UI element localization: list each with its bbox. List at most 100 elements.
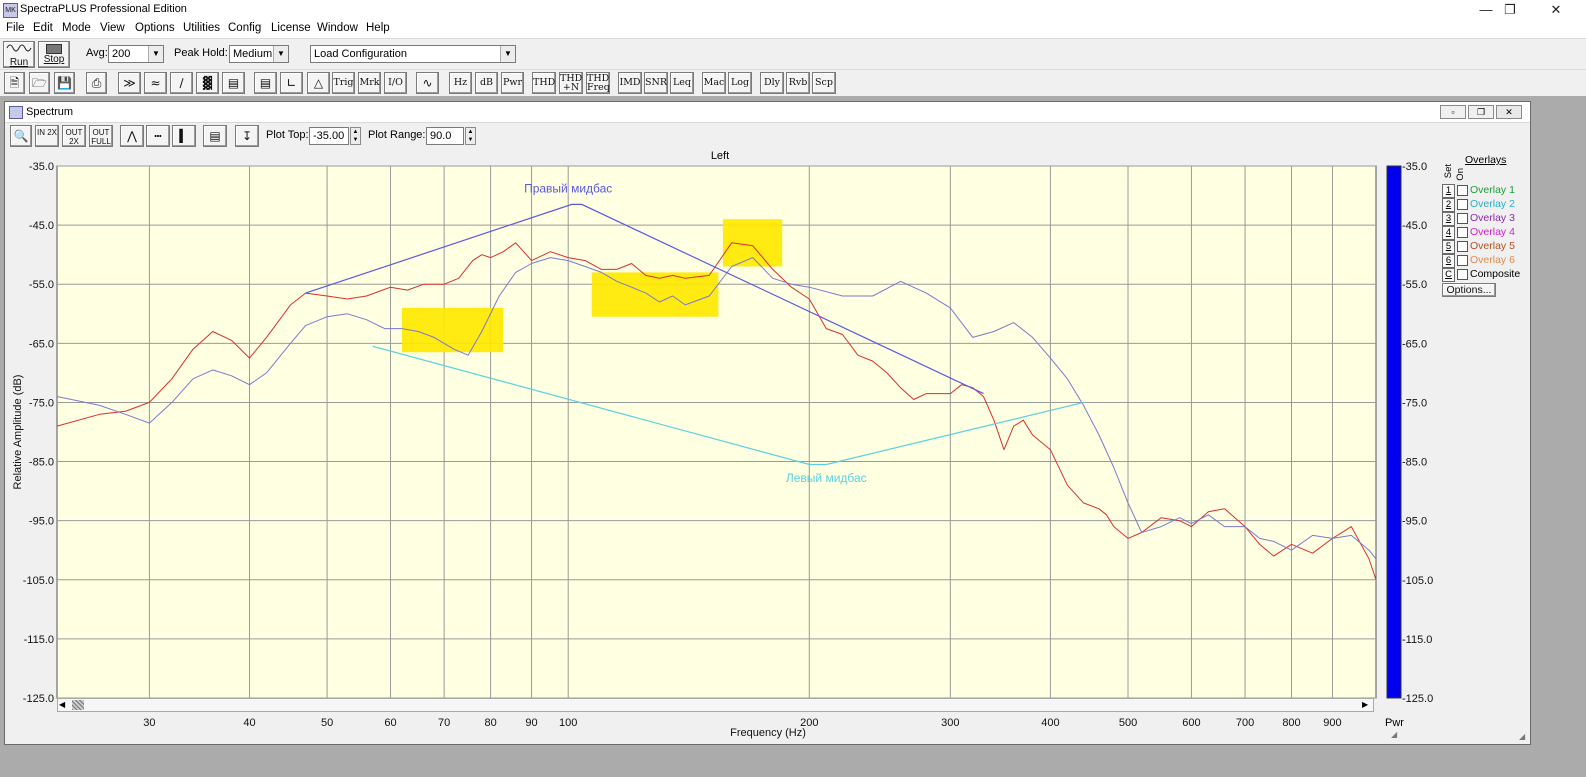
x-axis-label: Frequency (Hz) bbox=[730, 727, 806, 739]
highlight-mark bbox=[401, 307, 504, 353]
overlay-options-button[interactable]: Options... bbox=[1442, 283, 1496, 297]
menu-license[interactable]: License bbox=[271, 22, 311, 34]
x-tick-label: 700 bbox=[1236, 717, 1254, 729]
overlay-label: Composite bbox=[1470, 268, 1521, 280]
overlay-checkbox[interactable] bbox=[1457, 199, 1468, 210]
menu-mode[interactable]: Mode bbox=[62, 22, 91, 34]
chevron-down-icon: ▼ bbox=[500, 46, 515, 62]
thd-freq-button[interactable]: THD Freq bbox=[586, 72, 610, 94]
horizontal-scrollbar[interactable]: ◀ ▶ bbox=[57, 698, 1374, 712]
3d-surface-icon[interactable]: ▤ bbox=[222, 72, 245, 94]
scroll-left-icon[interactable]: ◀ bbox=[59, 700, 65, 709]
peak-hold-select[interactable]: Medium ▼ bbox=[229, 45, 289, 63]
overlay-checkbox[interactable] bbox=[1457, 185, 1468, 196]
spectrogram-icon[interactable]: ▓ bbox=[196, 72, 219, 94]
trig-button[interactable]: Trig bbox=[332, 72, 355, 94]
x-tick-label: 600 bbox=[1182, 717, 1200, 729]
meter-tick-label: -35.0 bbox=[1402, 161, 1427, 173]
menu-config[interactable]: Config bbox=[228, 22, 261, 34]
thd-n-button[interactable]: THD +N bbox=[559, 72, 583, 94]
overlay-set-button[interactable]: 3 bbox=[1442, 212, 1455, 226]
dly-button[interactable]: Dly bbox=[760, 72, 784, 94]
new-file-icon[interactable]: 🗎 bbox=[4, 72, 25, 94]
overlay-set-button[interactable]: C bbox=[1442, 268, 1455, 282]
chevron-down-icon: ▼ bbox=[273, 46, 288, 62]
overlay-row-3: 3 Overlay 3 bbox=[1442, 212, 1530, 226]
avg-select[interactable]: 200 ▼ bbox=[108, 45, 164, 63]
resize-grip-icon[interactable]: ◢ bbox=[1391, 730, 1397, 739]
menu-help[interactable]: Help bbox=[366, 22, 390, 34]
open-folder-icon[interactable]: 🗁 bbox=[29, 72, 50, 94]
overlay-label: Overlay 4 bbox=[1470, 226, 1515, 238]
menu-window[interactable]: Window bbox=[317, 22, 358, 34]
overlay-set-button[interactable]: 6 bbox=[1442, 254, 1455, 268]
overlay-row-5: 5 Overlay 5 bbox=[1442, 240, 1530, 254]
stop-button[interactable]: Stop bbox=[38, 41, 70, 68]
log-button[interactable]: Log bbox=[728, 72, 752, 94]
run-button[interactable]: Run bbox=[3, 41, 35, 68]
overlay-set-button[interactable]: 1 bbox=[1442, 184, 1455, 198]
snr-button[interactable]: SNR bbox=[644, 72, 668, 94]
y-tick-label: -125.0 bbox=[23, 693, 54, 705]
overlay-checkbox[interactable] bbox=[1457, 213, 1468, 224]
report-icon[interactable]: ▤ bbox=[254, 72, 277, 94]
overlay-label: Overlay 6 bbox=[1470, 254, 1515, 266]
menu-file[interactable]: File bbox=[6, 22, 25, 34]
save-icon[interactable]: 💾 bbox=[54, 72, 75, 94]
imd-button[interactable]: IMD bbox=[618, 72, 642, 94]
transducer-icon[interactable]: △ bbox=[307, 72, 330, 94]
x-tick-label: 400 bbox=[1041, 717, 1059, 729]
overlay-checkbox[interactable] bbox=[1457, 255, 1468, 266]
overlay-set-button[interactable]: 2 bbox=[1442, 198, 1455, 212]
waveform-icon[interactable]: ≫ bbox=[118, 72, 141, 94]
configuration-select[interactable]: Load Configuration ▼ bbox=[310, 45, 516, 63]
rvb-button[interactable]: Rvb bbox=[786, 72, 810, 94]
set-column-label: Set bbox=[1443, 164, 1454, 179]
overlay-checkbox[interactable] bbox=[1457, 227, 1468, 238]
mrk-button[interactable]: Mrk bbox=[358, 72, 381, 94]
x-tick-label: 100 bbox=[559, 717, 577, 729]
overlay-checkbox[interactable] bbox=[1457, 269, 1468, 280]
meter-tick-label: -115.0 bbox=[1402, 634, 1432, 646]
power-meter-bar bbox=[1386, 165, 1402, 699]
pwr-button[interactable]: Pwr bbox=[501, 72, 524, 94]
io-button[interactable]: I/O bbox=[384, 72, 407, 94]
overlay-row-2: 2 Overlay 2 bbox=[1442, 198, 1530, 212]
meter-tick-label: -105.0 bbox=[1402, 575, 1433, 587]
print-icon[interactable]: ⎙ bbox=[86, 72, 107, 94]
close-icon[interactable]: ✕ bbox=[1536, 2, 1576, 18]
menu-edit[interactable]: Edit bbox=[33, 22, 53, 34]
mac-button[interactable]: Mac bbox=[702, 72, 726, 94]
resize-grip-icon[interactable]: ◢ bbox=[1519, 732, 1525, 741]
overlay-set-button[interactable]: 4 bbox=[1442, 226, 1455, 240]
axis-icon[interactable]: ∟ bbox=[280, 72, 303, 94]
hz-button[interactable]: Hz bbox=[449, 72, 472, 94]
x-tick-label: 900 bbox=[1323, 717, 1341, 729]
leq-button[interactable]: Leq bbox=[670, 72, 694, 94]
meter-tick-label: -75.0 bbox=[1402, 397, 1427, 409]
thd-button[interactable]: THD bbox=[532, 72, 556, 94]
y-tick-label: -65.0 bbox=[29, 338, 54, 350]
db-button[interactable]: dB bbox=[475, 72, 498, 94]
y-tick-label: -115.0 bbox=[24, 634, 54, 646]
scroll-thumb[interactable] bbox=[72, 700, 84, 710]
scp-button[interactable]: Scp bbox=[812, 72, 836, 94]
scroll-right-icon[interactable]: ▶ bbox=[1362, 700, 1368, 709]
x-tick-label: 50 bbox=[321, 717, 333, 729]
menu-options[interactable]: Options bbox=[135, 22, 175, 34]
restore-icon[interactable]: ❐ bbox=[1490, 2, 1530, 18]
phase-icon[interactable]: ∕ bbox=[170, 72, 193, 94]
x-tick-label: 90 bbox=[525, 717, 537, 729]
right-midbass-annotation-label: Правый мидбас bbox=[524, 182, 612, 196]
avg-value: 200 bbox=[112, 48, 131, 60]
y-axis-label: Relative Amplitude (dB) bbox=[12, 375, 24, 490]
menu-view[interactable]: View bbox=[100, 22, 125, 34]
generator-icon[interactable]: ∿ bbox=[416, 72, 439, 94]
sine-wave-icon bbox=[6, 44, 32, 52]
spectrum-icon[interactable]: ≈ bbox=[144, 72, 167, 94]
overlay-checkbox[interactable] bbox=[1457, 241, 1468, 252]
configuration-value: Load Configuration bbox=[314, 48, 407, 60]
menu-utilities[interactable]: Utilities bbox=[183, 22, 220, 34]
overlay-set-button[interactable]: 5 bbox=[1442, 240, 1455, 254]
stop-label: Stop bbox=[43, 54, 65, 65]
